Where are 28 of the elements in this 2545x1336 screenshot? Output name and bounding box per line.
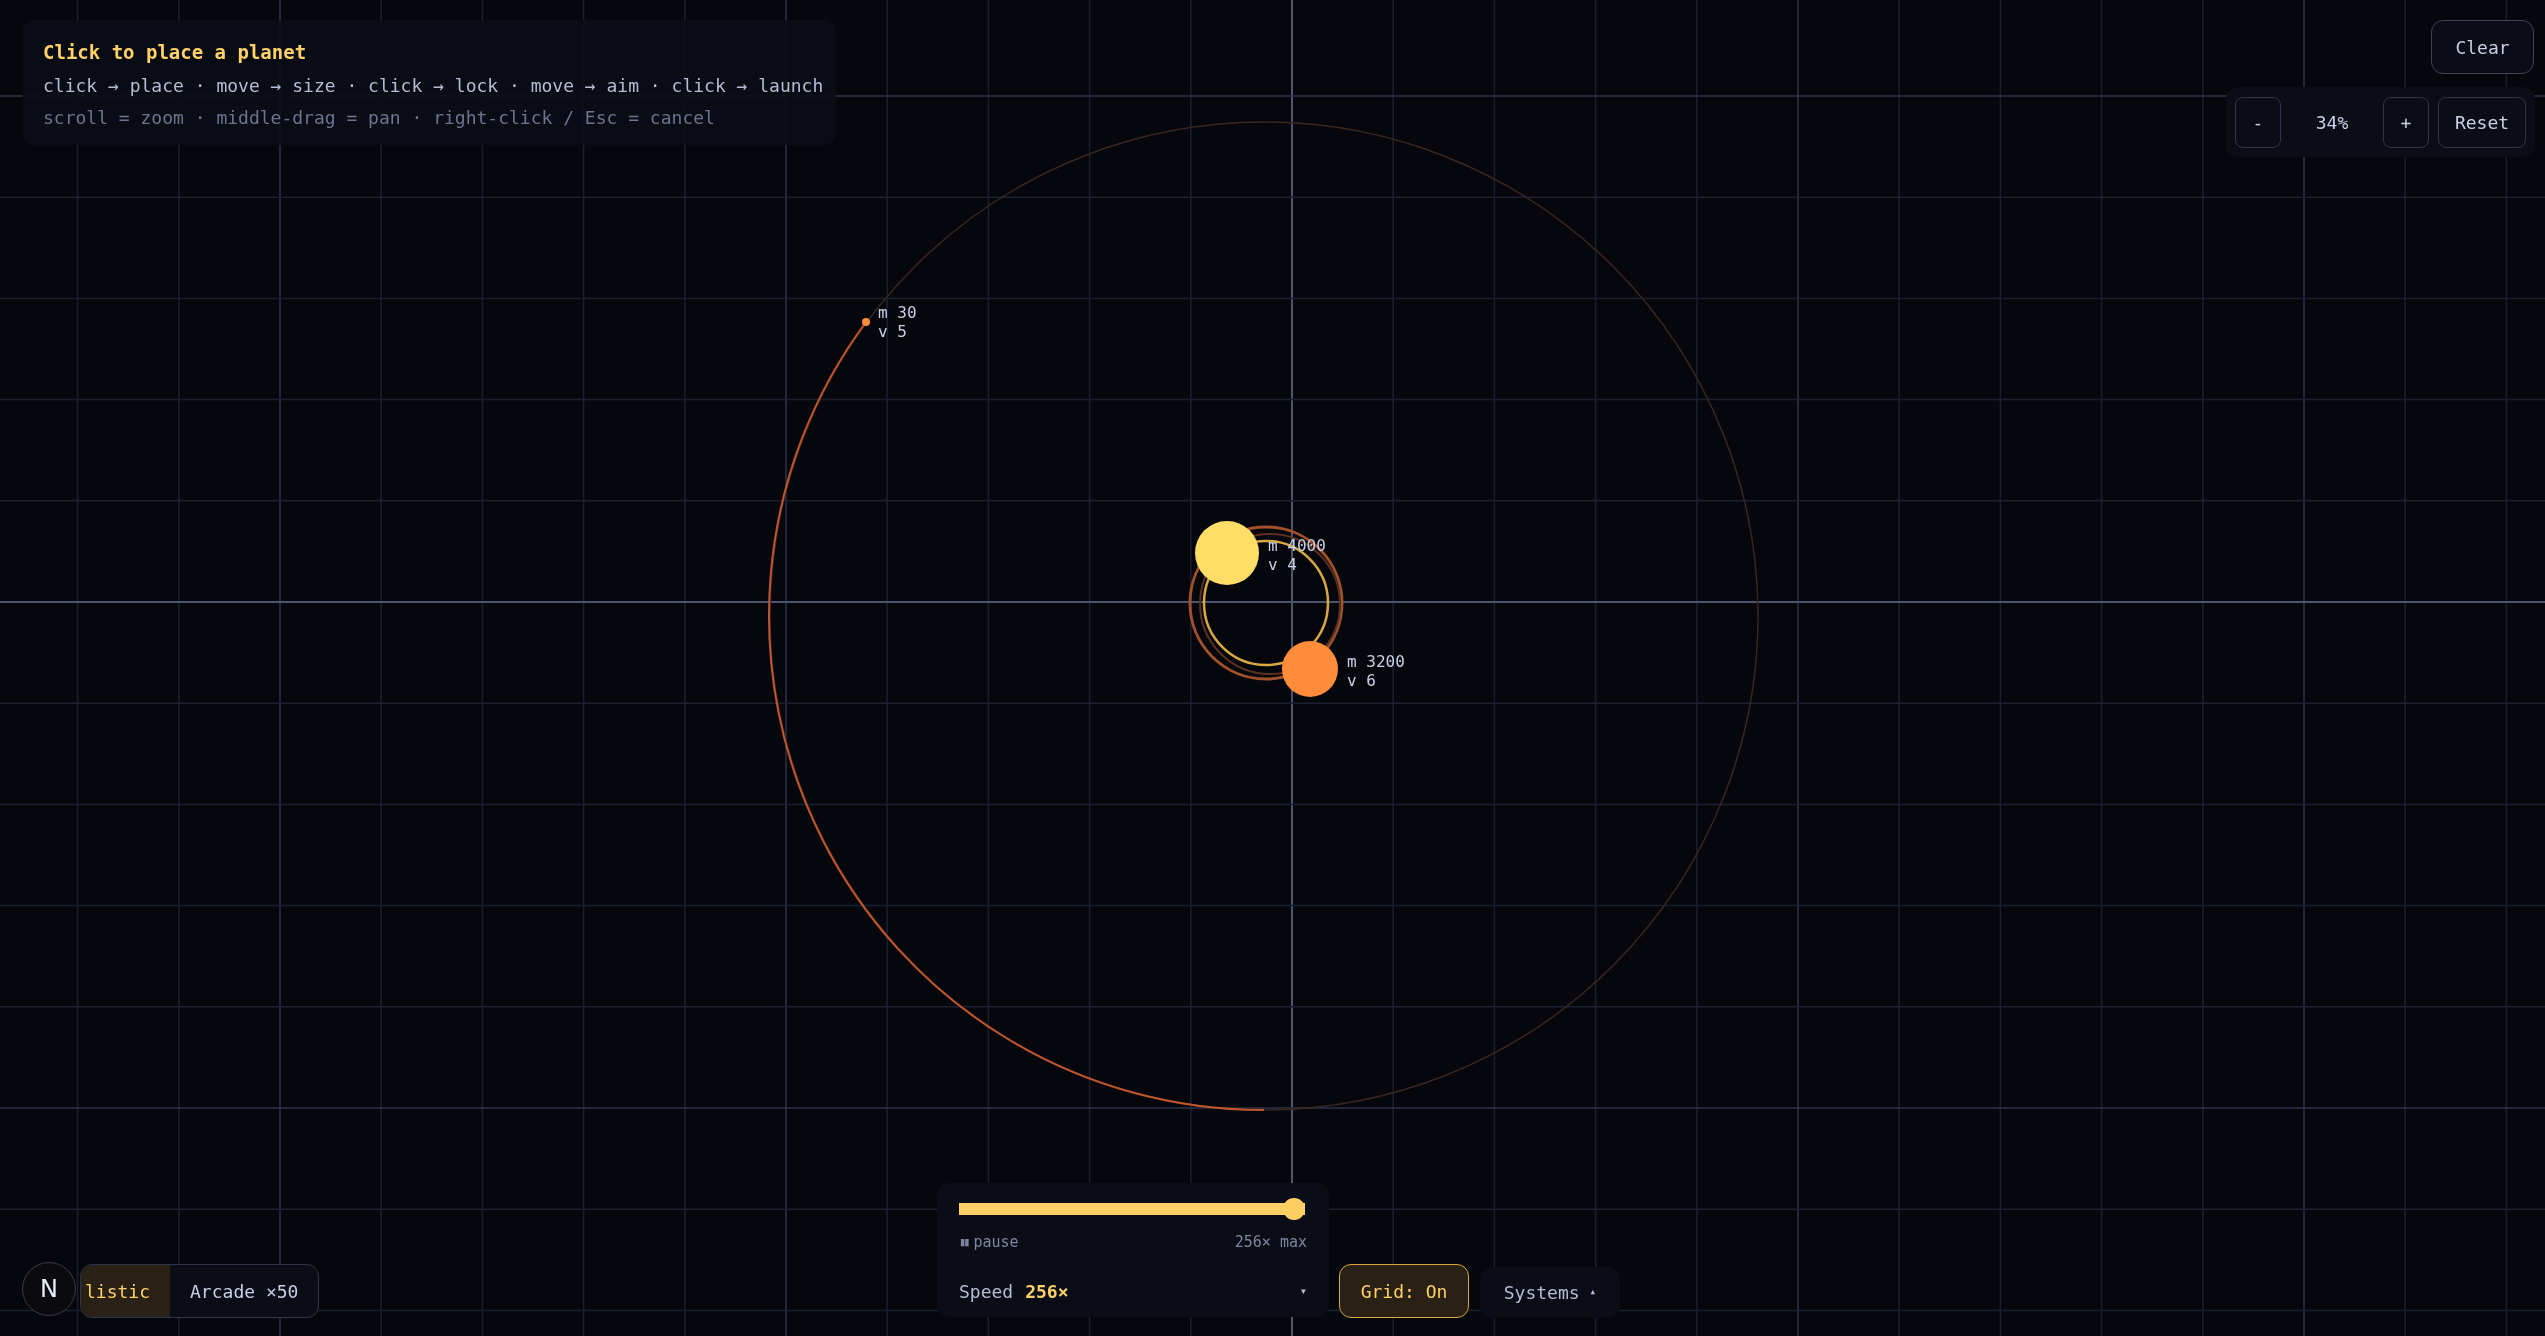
speed-label: Speed	[959, 1279, 1014, 1304]
clear-button[interactable]: Clear	[2431, 20, 2534, 74]
instructions-text: click → place · move → size · click → lock · move → aim · click → launch	[43, 73, 824, 98]
instructions-title: Click to place a planet	[43, 40, 308, 65]
dev-badge[interactable]: N	[22, 1262, 76, 1316]
reset-button[interactable]: Reset	[2438, 96, 2526, 148]
velocity-label: v 6	[1347, 671, 1377, 690]
zoom-out-button[interactable]: -	[2235, 96, 2281, 148]
planet-dot[interactable]	[862, 318, 870, 326]
caret-icon[interactable]: ▾	[1299, 1282, 1307, 1300]
zoom-level: 34%	[2314, 110, 2350, 135]
systems-button[interactable]: Systems ▴	[1480, 1267, 1620, 1318]
star-body[interactable]	[1195, 521, 1259, 585]
zoom-in-button[interactable]: +	[2383, 96, 2429, 148]
mass-label: m 30	[878, 303, 917, 322]
pause-icon[interactable]: ▮▮	[959, 1233, 968, 1252]
velocity-label: v 5	[878, 322, 908, 341]
mode-option[interactable]: Arcade ×50	[170, 1265, 319, 1317]
max-label: 256× max	[1234, 1232, 1307, 1253]
pause-label[interactable]: pause	[973, 1231, 1019, 1254]
velocity-label: v 4	[1268, 555, 1298, 574]
instructions-text: scroll = zoom · middle-drag = pan · right-click / Esc = cancel	[43, 105, 715, 130]
mode-option[interactable]: listic	[81, 1265, 171, 1317]
speed-value: 256×	[1025, 1279, 1069, 1304]
slider-thumb[interactable]	[1283, 1198, 1305, 1220]
grid-toggle-button[interactable]: Grid: On	[1339, 1264, 1469, 1318]
star-body[interactable]	[1282, 641, 1338, 697]
mass-label: m 3200	[1347, 652, 1405, 671]
